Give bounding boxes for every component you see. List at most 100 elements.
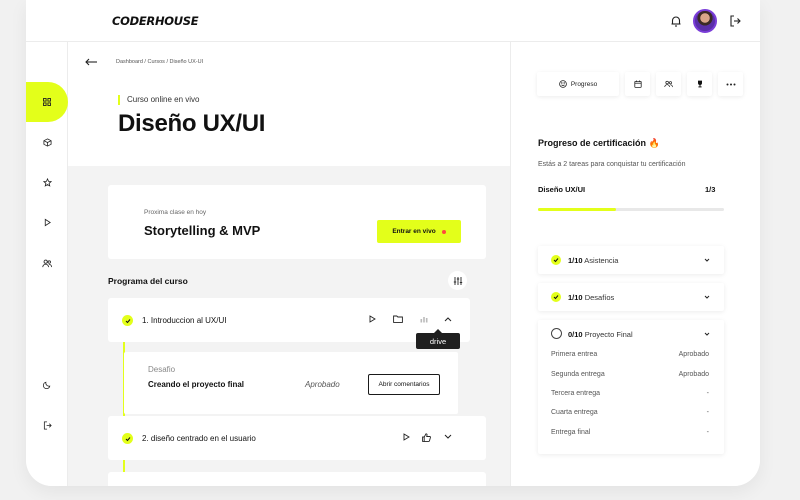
logout-icon	[43, 420, 52, 430]
tab-achievements[interactable]	[687, 72, 712, 96]
live-indicator	[441, 229, 446, 234]
delivery-row: Tercera entrega -	[551, 390, 709, 400]
app-window: CODERHOUSE Dashboard / Cursos / Diseño U…	[26, 0, 760, 486]
section-label: 1/10 Asistencia	[568, 256, 618, 265]
next-class-label: Proxima clase en hoy	[144, 209, 207, 216]
calendar-icon	[633, 80, 642, 88]
certification-title: Progreso de certificación 🔥	[538, 138, 660, 148]
sidebar-item-dashboard[interactable]	[26, 82, 68, 122]
join-live-button[interactable]: Entrar en vivo	[377, 220, 461, 243]
check-icon	[122, 315, 133, 326]
sidebar-item-videos[interactable]	[26, 211, 68, 233]
certification-course: Diseño UX/UI	[538, 185, 586, 194]
delivery-status: Aprobado	[678, 371, 709, 378]
delivery-status: -	[706, 429, 709, 436]
breadcrumb[interactable]: Dashboard / Cursos / Diseño UX-UI	[116, 59, 203, 65]
section-name: Proyecto Final	[584, 330, 633, 339]
section-header[interactable]: 1/10 Asistencia	[538, 246, 724, 274]
folder-icon[interactable]	[392, 313, 404, 325]
logo[interactable]: CODERHOUSE	[112, 14, 199, 28]
section-fraction: 0/10	[568, 330, 583, 339]
module-item[interactable]: 2. diseño centrado en el usuario	[108, 416, 486, 460]
check-icon	[122, 433, 133, 444]
tab-classmates[interactable]	[656, 72, 681, 96]
page-title: Diseño UX/UI	[118, 110, 266, 137]
chevron-down-icon[interactable]	[702, 292, 712, 302]
bell-icon[interactable]	[669, 14, 683, 28]
section-label: 1/10 Desafíos	[568, 293, 614, 302]
section-challenges[interactable]: 1/10 Desafíos	[538, 283, 724, 311]
module-title: 2. diseño centrado en el usuario	[142, 434, 256, 443]
section-header[interactable]: 1/10 Desafíos	[538, 283, 724, 311]
tab-calendar[interactable]	[625, 72, 650, 96]
sidebar-item-favorites[interactable]	[26, 171, 68, 193]
tab-progress[interactable]: Progreso	[537, 72, 619, 96]
play-icon[interactable]	[400, 431, 412, 443]
cube-icon	[42, 137, 52, 147]
circle-icon	[551, 328, 562, 339]
chevron-down-icon[interactable]	[702, 329, 712, 339]
chevron-down-icon[interactable]	[702, 255, 712, 265]
next-class-card: Proxima clase en hoy Storytelling & MVP …	[108, 185, 486, 259]
grid-icon	[43, 98, 51, 106]
star-icon	[42, 177, 52, 187]
delivery-status: -	[706, 390, 709, 397]
logout-icon[interactable]	[728, 14, 742, 28]
program-title: Programa del curso	[108, 276, 188, 286]
check-icon	[551, 292, 561, 302]
theme-toggle[interactable]	[26, 373, 68, 395]
sidebar	[26, 42, 68, 486]
chevron-down-icon[interactable]	[442, 431, 454, 443]
course-type-tag: Curso online en vivo	[118, 95, 199, 105]
check-icon	[551, 255, 561, 265]
thumbs-up-icon[interactable]	[420, 431, 432, 443]
play-icon[interactable]	[366, 313, 378, 325]
delivery-status: -	[706, 409, 709, 416]
sidebar-item-courses[interactable]	[26, 131, 68, 153]
more-icon	[726, 83, 735, 85]
chart-icon	[418, 313, 430, 325]
delivery-label: Primera entrea	[551, 351, 598, 358]
section-label: 0/10 Proyecto Final	[568, 330, 633, 339]
tab-progress-label: Progreso	[570, 80, 598, 88]
open-comments-button[interactable]: Abrir comentarios	[368, 374, 440, 395]
sliders-icon	[453, 276, 462, 285]
delivery-status: Aprobado	[678, 351, 709, 358]
avatar[interactable]	[693, 9, 717, 33]
play-icon	[44, 218, 51, 226]
delivery-row: Segunda entrega Aprobado	[551, 371, 709, 381]
certification-progress-bar	[538, 208, 724, 211]
progress-fill	[538, 208, 617, 211]
challenge-label: Desafio	[148, 365, 176, 374]
section-name: Desafíos	[584, 293, 615, 302]
delivery-row: Primera entrea Aprobado	[551, 351, 709, 361]
section-name: Asistencia	[584, 256, 619, 265]
next-class-title: Storytelling & MVP	[144, 223, 261, 238]
delivery-label: Cuarta entrega	[551, 409, 598, 416]
section-final-project[interactable]: 0/10 Proyecto Final Primera entrea Aprob…	[538, 320, 724, 454]
section-attendance[interactable]: 1/10 Asistencia	[538, 246, 724, 274]
main-content: Dashboard / Cursos / Diseño UX-UI Curso …	[68, 42, 510, 486]
delivery-row: Entrega final -	[551, 429, 709, 439]
trophy-icon	[697, 80, 702, 88]
section-fraction: 1/10	[568, 256, 583, 265]
challenge-title: Creando el proyecto final	[148, 380, 245, 389]
certification-count: 1/3	[705, 185, 716, 194]
challenge-status: Aprobado	[305, 380, 340, 389]
filter-button[interactable]	[448, 271, 467, 290]
sidebar-logout[interactable]	[26, 414, 68, 436]
sidebar-item-community[interactable]	[26, 252, 68, 274]
chevron-up-icon[interactable]	[442, 313, 454, 325]
back-arrow-icon[interactable]	[84, 57, 98, 67]
panel-tabs: Progreso	[537, 72, 743, 96]
more-button[interactable]	[718, 72, 743, 96]
smile-icon	[559, 80, 567, 88]
module-title: 1. Introduccion al UX/UI	[142, 316, 227, 325]
users-icon	[664, 80, 673, 88]
challenge-card: Desafio Creando el proyecto final Aproba…	[124, 352, 458, 414]
progress-panel: Progreso Progreso de certificación 🔥 Est…	[510, 42, 760, 486]
delivery-label: Tercera entrega	[551, 390, 601, 397]
section-fraction: 1/10	[568, 293, 583, 302]
module-item[interactable]	[108, 472, 486, 486]
section-header[interactable]: 0/10 Proyecto Final	[538, 320, 724, 348]
